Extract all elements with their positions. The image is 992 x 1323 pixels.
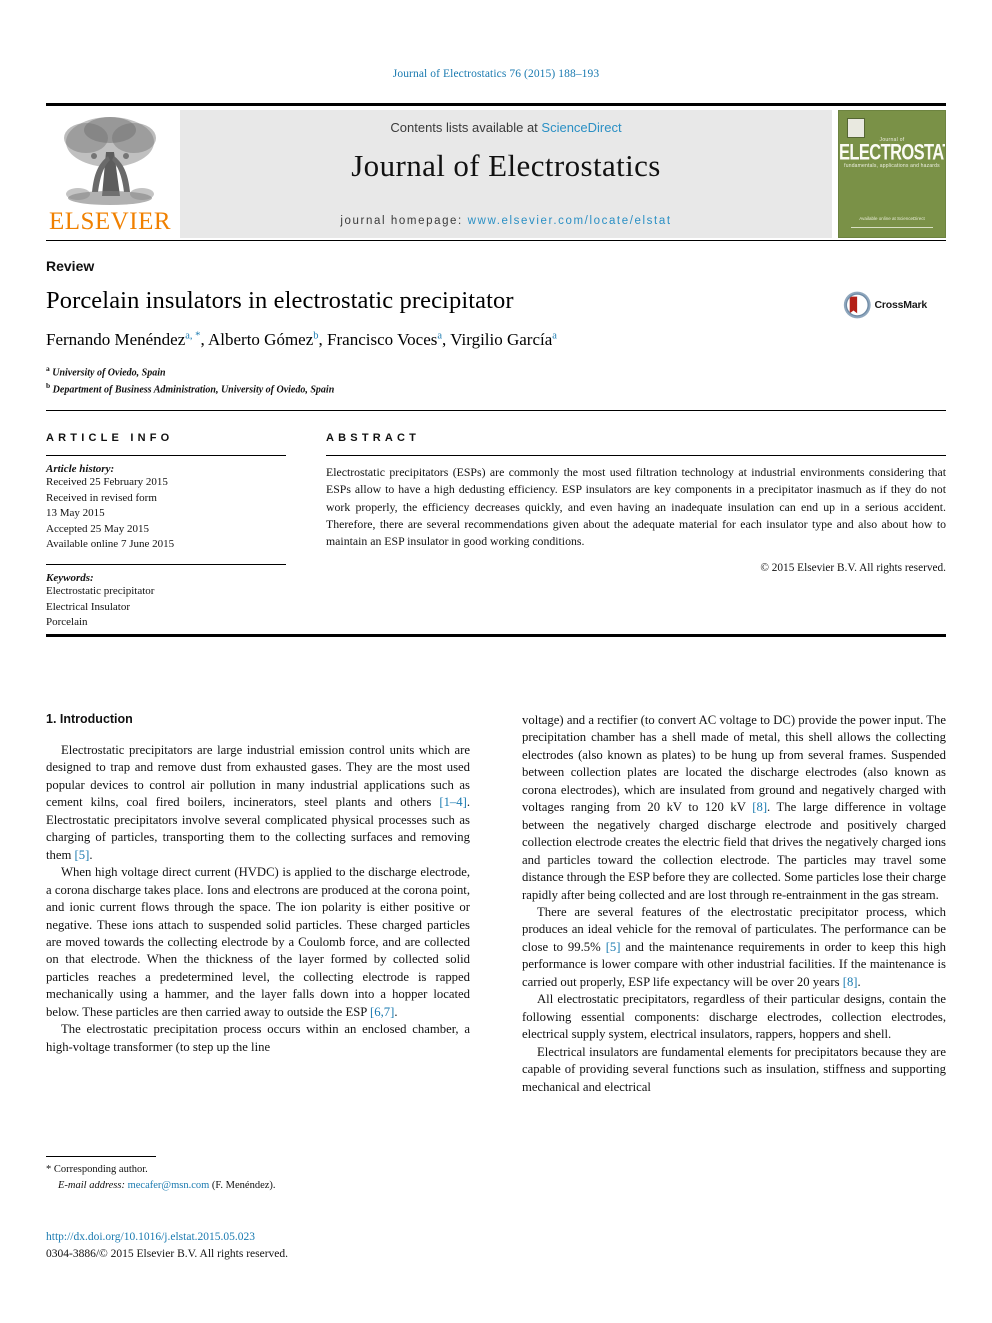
section-heading-introduction: 1. Introduction: [46, 712, 133, 726]
article-info-rule: [46, 455, 286, 456]
corresponding-author-note: * Corresponding author.: [46, 1164, 148, 1175]
article-history-label: Article history:: [46, 463, 115, 475]
author-name: Fernando Menéndez: [46, 330, 186, 349]
author-separator: ,: [442, 330, 451, 349]
citation-ref[interactable]: [5]: [75, 848, 90, 862]
crossmark-icon: [843, 291, 871, 319]
abstract-copyright: © 2015 Elsevier B.V. All rights reserved…: [760, 561, 946, 574]
body-column-right: voltage) and a rectifier (to convert AC …: [522, 712, 946, 1096]
author-marker: a, *: [185, 330, 201, 342]
elsevier-wordmark: ELSEVIER: [48, 208, 172, 235]
article-title: Porcelain insulators in electrostatic pr…: [46, 287, 514, 314]
body-paragraph: There are several features of the electr…: [522, 904, 946, 989]
paper-page: Journal of Electrostatics 76 (2015) 188–…: [0, 0, 992, 1323]
citation-ref[interactable]: [8]: [843, 975, 858, 989]
body-paragraph: Electrostatic precipitators are large in…: [46, 743, 470, 862]
keyword-item: Electrical Insulator: [46, 600, 130, 613]
elsevier-tree-icon: [64, 117, 156, 205]
citation-ref[interactable]: [8]: [752, 800, 767, 814]
cover-footer: Available online at ScienceDirect: [859, 216, 925, 222]
journal-homepage-link[interactable]: www.elsevier.com/locate/elstat: [468, 215, 672, 227]
affiliation-marker: b: [46, 380, 51, 390]
citation-ref[interactable]: [5]: [606, 940, 621, 954]
journal-masthead: ELSEVIER Contents lists available at Sci…: [46, 103, 946, 238]
crossmark-label: CrossMark: [874, 299, 928, 311]
masthead-center: Contents lists available at ScienceDirec…: [180, 110, 832, 238]
journal-cover-thumbnail: Journal of ELECTROSTATICS fundamentals, …: [838, 110, 946, 238]
email-label: E-mail address:: [58, 1179, 125, 1191]
contents-prefix: Contents lists available at: [390, 120, 542, 135]
body-paragraph: When high voltage direct current (HVDC) …: [46, 865, 470, 1019]
issn-copyright-line: 0304-3886/© 2015 Elsevier B.V. All right…: [46, 1247, 289, 1260]
cover-elsevier-icon: [847, 118, 865, 138]
body-column-left: 1. Introduction Electrostatic precipitat…: [46, 712, 470, 1056]
abstract-rule: [326, 455, 946, 456]
footnote-rule: [46, 1156, 156, 1157]
affiliation-text: University of Oviedo, Spain: [52, 367, 166, 379]
citation-ref[interactable]: [1–4]: [439, 795, 466, 809]
author-name: Virgilio García: [450, 330, 553, 349]
email-note: E-mail address: mecafer@msn.com (F. Mené…: [46, 1178, 476, 1194]
keyword-item: Electrostatic precipitator: [46, 585, 155, 598]
keywords-rule: [46, 564, 286, 566]
abstract-text: Electrostatic precipitators (ESPs) are c…: [326, 465, 946, 549]
journal-homepage-line: journal homepage: www.elsevier.com/locat…: [180, 215, 832, 227]
author-name: Francisco Voces: [327, 330, 438, 349]
affiliation-item: a University of Oviedo, Spain: [46, 364, 746, 381]
history-item: Received in revised form: [46, 491, 157, 504]
cover-divider: [851, 227, 933, 228]
doi-link[interactable]: http://dx.doi.org/10.1016/j.elstat.2015.…: [46, 1229, 546, 1246]
article-info-column: ARTICLE INFO Article history: Received 2…: [46, 432, 286, 631]
history-item: Available online 7 June 2015: [46, 538, 175, 551]
abstract-heading: ABSTRACT: [326, 432, 421, 444]
elsevier-logo: ELSEVIER: [46, 110, 174, 238]
author-separator: ,: [200, 330, 208, 349]
footer-block: http://dx.doi.org/10.1016/j.elstat.2015.…: [46, 1229, 546, 1262]
running-head: Journal of Electrostatics 76 (2015) 188–…: [392, 68, 600, 80]
affiliation-text: Department of Business Administration, U…: [52, 384, 335, 396]
sciencedirect-link[interactable]: ScienceDirect: [541, 120, 621, 135]
email-link[interactable]: mecafer@msn.com: [128, 1180, 210, 1191]
contents-available-line: Contents lists available at ScienceDirec…: [180, 120, 832, 135]
body-paragraph: voltage) and a rectifier (to convert AC …: [522, 713, 946, 902]
body-paragraph: All electrostatic precipitators, regardl…: [522, 992, 946, 1042]
title-top-rule: [46, 240, 946, 241]
citation-ref[interactable]: [6,7]: [370, 1005, 394, 1019]
author-name: Alberto Gómez: [208, 330, 314, 349]
keywords-label: Keywords:: [46, 572, 94, 585]
author-separator: ,: [318, 330, 328, 349]
affiliation-list: a University of Oviedo, Spain b Departme…: [46, 364, 746, 398]
keyword-item: Porcelain: [46, 616, 88, 629]
affiliation-item: b Department of Business Administration,…: [46, 381, 746, 398]
history-item: 13 May 2015: [46, 507, 105, 520]
cover-subtitle: fundamentals, applications and hazards: [844, 163, 940, 169]
email-suffix: (F. Menéndez).: [211, 1179, 276, 1191]
article-type-label: Review: [46, 258, 95, 274]
article-info-heading: ARTICLE INFO: [46, 432, 174, 444]
crossmark-badge[interactable]: CrossMark: [843, 288, 927, 322]
body-top-rule: [46, 634, 946, 637]
body-paragraph: The electrostatic precipitation process …: [46, 1022, 470, 1054]
affiliation-marker: a: [46, 364, 50, 373]
body-paragraph: Electrical insulators are fundamental el…: [522, 1044, 946, 1094]
info-top-rule: [46, 410, 946, 411]
author-list: Fernando Menéndeza, *, Alberto Gómezb, F…: [46, 330, 906, 350]
history-item: Received 25 February 2015: [46, 476, 168, 488]
history-item: Accepted 25 May 2015: [46, 522, 149, 535]
abstract-column: ABSTRACT Electrostatic precipitators (ES…: [326, 432, 946, 574]
footnote-block: * Corresponding author. E-mail address: …: [46, 1162, 476, 1194]
journal-title: Journal of Electrostatics: [351, 148, 661, 183]
homepage-prefix: journal homepage:: [340, 215, 468, 227]
author-marker: a: [552, 330, 557, 342]
